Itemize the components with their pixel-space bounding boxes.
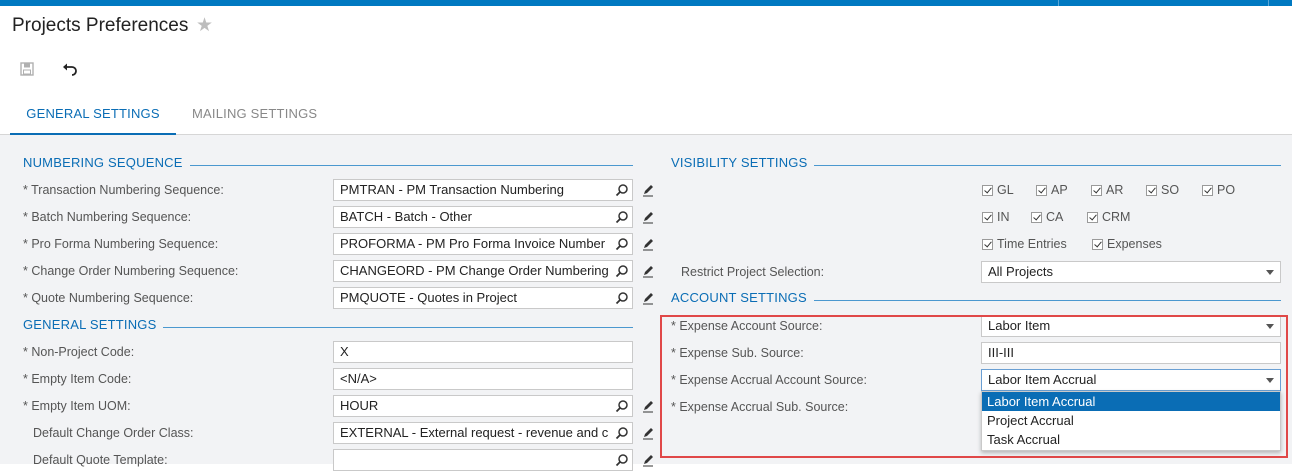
section-divider (190, 165, 633, 166)
checkbox-label: PO (1217, 183, 1236, 197)
checkbox-box[interactable] (1202, 184, 1213, 196)
pencil-icon[interactable] (641, 264, 655, 278)
change-order-numbering-label: * Change Order Numbering Sequence: (23, 264, 239, 278)
checkbox-label: GL (997, 183, 1014, 197)
empty-item-code-field[interactable]: <N/A> (333, 368, 633, 390)
account-settings-header: ACCOUNT SETTINGS (671, 290, 807, 305)
checkbox-label: SO (1161, 183, 1180, 197)
empty-item-uom-label: * Empty Item UOM: (23, 399, 131, 413)
batch-numbering-field[interactable]: BATCH - Batch - Other (333, 206, 633, 228)
section-divider (814, 300, 1281, 301)
checkbox-label: CA (1046, 210, 1064, 224)
section-divider (814, 165, 1281, 166)
checkbox-label: CRM (1102, 210, 1131, 224)
checkbox-box[interactable] (1036, 184, 1047, 196)
empty-item-code-label: * Empty Item Code: (23, 372, 132, 386)
checkbox-po[interactable]: PO (1202, 183, 1235, 197)
dropdown-option-project-accrual[interactable]: Project Accrual (982, 411, 1280, 430)
checkbox-crm[interactable]: CRM (1087, 210, 1130, 224)
search-icon[interactable] (615, 264, 629, 278)
checkbox-box[interactable] (1146, 184, 1157, 196)
general-settings-header: GENERAL SETTINGS (23, 317, 157, 332)
search-icon[interactable] (615, 453, 629, 467)
tab-general-settings[interactable]: GENERAL SETTINGS (10, 96, 176, 135)
search-icon[interactable] (615, 291, 629, 305)
checkbox-label: Time Entries (997, 237, 1067, 251)
checkbox-so[interactable]: SO (1146, 183, 1179, 197)
proforma-numbering-label: * Pro Forma Numbering Sequence: (23, 237, 219, 251)
default-change-order-class-field[interactable]: EXTERNAL - External request - revenue an… (333, 422, 633, 444)
section-divider (163, 327, 633, 328)
non-project-code-field[interactable]: X (333, 341, 633, 363)
page-title: Projects Preferences (12, 15, 189, 36)
save-icon (20, 62, 34, 76)
accrual-source-dropdown[interactable]: Labor Item Accrual Project Accrual Task … (981, 391, 1281, 451)
search-icon[interactable] (615, 237, 629, 251)
checkbox-box[interactable] (1092, 238, 1103, 250)
checkbox-label: AP (1051, 183, 1068, 197)
checkbox-box[interactable] (1087, 211, 1098, 223)
checkbox-label: IN (997, 210, 1010, 224)
checkbox-box[interactable] (982, 184, 993, 196)
top-accent-bar (0, 0, 1292, 6)
change-order-numbering-field[interactable]: CHANGEORD - PM Change Order Numbering (333, 260, 633, 282)
tab-bar: GENERAL SETTINGS MAILING SETTINGS (0, 96, 1292, 135)
checkbox-time-entries[interactable]: Time Entries (982, 237, 1067, 251)
chevron-down-icon[interactable] (1266, 270, 1274, 275)
default-quote-template-label: Default Quote Template: (33, 453, 168, 467)
checkbox-in[interactable]: IN (982, 210, 1010, 224)
search-icon[interactable] (615, 210, 629, 224)
checkbox-ap[interactable]: AP (1036, 183, 1068, 197)
pencil-icon[interactable] (641, 453, 655, 467)
search-icon[interactable] (615, 399, 629, 413)
transaction-numbering-field[interactable]: PMTRAN - PM Transaction Numbering (333, 179, 633, 201)
restrict-project-selection-label: Restrict Project Selection: (681, 265, 825, 279)
visibility-settings-header: VISIBILITY SETTINGS (671, 155, 808, 170)
checkbox-box[interactable] (1091, 184, 1102, 196)
checkbox-expenses[interactable]: Expenses (1092, 237, 1162, 251)
checkbox-ar[interactable]: AR (1091, 183, 1123, 197)
dropdown-option-labor-item-accrual[interactable]: Labor Item Accrual (982, 392, 1280, 411)
pencil-icon[interactable] (641, 291, 655, 305)
tab-mailing-settings[interactable]: MAILING SETTINGS (192, 96, 317, 133)
topbar-divider (1268, 0, 1269, 6)
topbar-divider (1058, 0, 1059, 6)
pencil-icon[interactable] (641, 210, 655, 224)
dropdown-option-task-accrual[interactable]: Task Accrual (982, 430, 1280, 449)
checkbox-box[interactable] (982, 238, 993, 250)
star-icon[interactable]: ★ (196, 14, 213, 37)
proforma-numbering-field[interactable]: PROFORMA - PM Pro Forma Invoice Number (333, 233, 633, 255)
quote-numbering-label: * Quote Numbering Sequence: (23, 291, 194, 305)
quote-numbering-field[interactable]: PMQUOTE - Quotes in Project (333, 287, 633, 309)
undo-icon (63, 63, 77, 76)
search-icon[interactable] (615, 183, 629, 197)
checkbox-box[interactable] (982, 211, 993, 223)
search-icon[interactable] (615, 426, 629, 440)
checkbox-box[interactable] (1031, 211, 1042, 223)
restrict-project-selection-select[interactable]: All Projects (981, 261, 1281, 283)
default-quote-template-field[interactable] (333, 449, 633, 471)
pencil-icon[interactable] (641, 237, 655, 251)
save-button[interactable] (16, 58, 38, 80)
pencil-icon[interactable] (641, 426, 655, 440)
default-change-order-class-label: Default Change Order Class: (33, 426, 194, 440)
pencil-icon[interactable] (641, 183, 655, 197)
pencil-icon[interactable] (641, 399, 655, 413)
numbering-sequence-header: NUMBERING SEQUENCE (23, 155, 183, 170)
checkbox-label: Expenses (1107, 237, 1162, 251)
empty-item-uom-field[interactable]: HOUR (333, 395, 633, 417)
non-project-code-label: * Non-Project Code: (23, 345, 135, 359)
checkbox-ca[interactable]: CA (1031, 210, 1063, 224)
checkbox-gl[interactable]: GL (982, 183, 1014, 197)
checkbox-label: AR (1106, 183, 1124, 197)
batch-numbering-label: * Batch Numbering Sequence: (23, 210, 192, 224)
undo-button[interactable] (59, 58, 81, 80)
transaction-numbering-label: * Transaction Numbering Sequence: (23, 183, 224, 197)
